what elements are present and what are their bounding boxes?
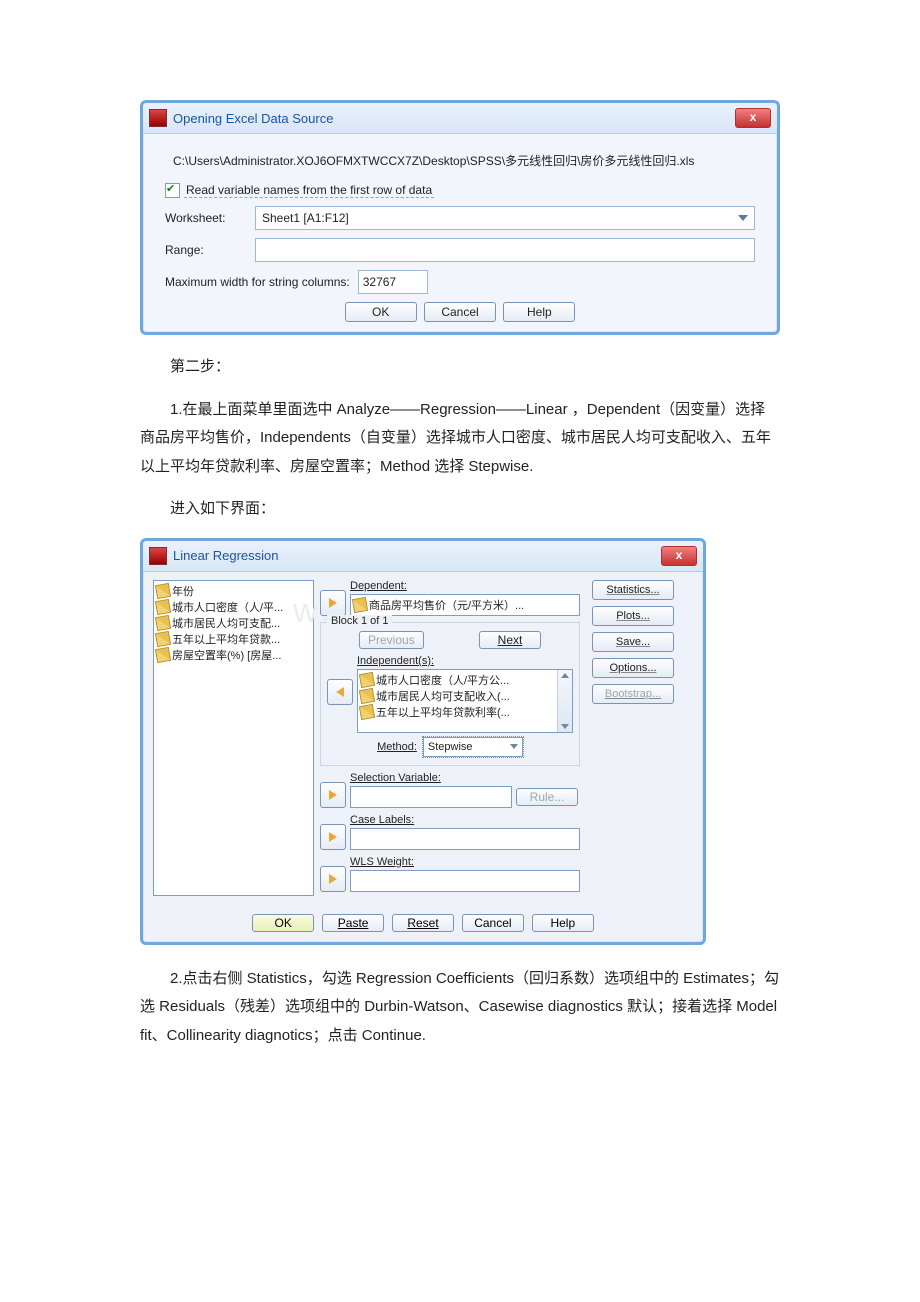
rule-button[interactable]: Rule... [516, 788, 578, 806]
spss-app-icon [149, 547, 167, 565]
case-labels-field[interactable] [350, 828, 580, 850]
worksheet-dropdown[interactable]: Sheet1 [A1:F12] [255, 206, 755, 230]
reset-button[interactable]: Reset [392, 914, 454, 932]
scale-icon [352, 596, 368, 612]
arrow-right-icon [329, 790, 337, 800]
plots-button[interactable]: Plots... [592, 606, 674, 626]
var-item: 年份 [156, 583, 311, 599]
arrow-right-icon [329, 598, 337, 608]
scale-icon [359, 703, 375, 719]
dialog1-title: Opening Excel Data Source [173, 111, 333, 126]
dependent-label: Dependent: [350, 580, 580, 592]
scrollbar[interactable] [557, 670, 572, 732]
move-to-selection-button[interactable] [320, 782, 346, 808]
range-label: Range: [165, 243, 255, 257]
dialog1-titlebar: Opening Excel Data Source x [143, 103, 777, 134]
bootstrap-button[interactable]: Bootstrap... [592, 684, 674, 704]
range-input[interactable] [255, 238, 755, 262]
var-item: 城市人口密度（人/平... [156, 599, 311, 615]
options-button[interactable]: Options... [592, 658, 674, 678]
arrow-right-icon [329, 832, 337, 842]
scale-icon [155, 598, 171, 614]
file-path: C:\Users\Administrator.XOJ6OFMXTWCCX7Z\D… [173, 152, 755, 169]
paste-button[interactable]: Paste [322, 914, 384, 932]
chevron-down-icon [738, 215, 748, 221]
paragraph-1: 1.在最上面菜单里面选中 Analyze——Regression——Linear… [140, 396, 780, 482]
move-to-caselabels-button[interactable] [320, 824, 346, 850]
wls-weight-label: WLS Weight: [350, 856, 580, 868]
opening-excel-dialog: Opening Excel Data Source x C:\Users\Adm… [140, 100, 780, 335]
cancel-button[interactable]: Cancel [462, 914, 524, 932]
read-varnames-checkbox[interactable] [165, 183, 180, 198]
scale-icon [155, 582, 171, 598]
case-labels-label: Case Labels: [350, 814, 580, 826]
ok-button[interactable]: OK [252, 914, 314, 932]
var-item: 房屋空置率(%) [房屋... [156, 647, 311, 663]
dependent-value: 商品房平均售价（元/平方米）... [369, 597, 524, 613]
arrow-right-icon [329, 874, 337, 884]
next-button[interactable]: Next [479, 631, 541, 649]
dependent-field[interactable]: 商品房平均售价（元/平方米）... [350, 594, 580, 616]
close-icon[interactable]: x [735, 108, 771, 128]
spss-app-icon [149, 109, 167, 127]
linear-regression-dialog: Linear Regression x www 年份 城市人口密度（人/平...… [140, 538, 706, 945]
move-to-dependent-button[interactable] [320, 590, 346, 616]
independents-label: Independent(s): [357, 655, 573, 667]
scroll-up-icon [561, 673, 569, 678]
worksheet-label: Worksheet: [165, 211, 255, 225]
method-value: Stepwise [428, 741, 473, 753]
maxwidth-label: Maximum width for string columns: [165, 275, 350, 289]
previous-button[interactable]: Previous [359, 631, 424, 649]
statistics-button[interactable]: Statistics... [592, 580, 674, 600]
help-button[interactable]: Help [532, 914, 594, 932]
method-label: Method: [377, 741, 417, 753]
dialog2-titlebar: Linear Regression x [143, 541, 703, 572]
wls-weight-field[interactable] [350, 870, 580, 892]
selection-variable-field[interactable] [350, 786, 512, 808]
scroll-down-icon [561, 724, 569, 729]
worksheet-value: Sheet1 [A1:F12] [262, 211, 349, 225]
scale-icon [155, 630, 171, 646]
maxwidth-input[interactable]: 32767 [358, 270, 428, 294]
dialog2-title: Linear Regression [173, 548, 279, 563]
method-dropdown[interactable]: Stepwise [423, 737, 523, 757]
cancel-button[interactable]: Cancel [424, 302, 496, 322]
scale-icon [155, 614, 171, 630]
arrow-left-icon [336, 687, 344, 697]
scale-icon [359, 671, 375, 687]
paragraph-2: 进入如下界面： [140, 495, 780, 524]
move-to-wls-button[interactable] [320, 866, 346, 892]
save-button[interactable]: Save... [592, 632, 674, 652]
chevron-down-icon [510, 744, 518, 749]
paragraph-3: 2.点击右侧 Statistics，勾选 Regression Coeffici… [140, 965, 780, 1051]
scale-icon [359, 687, 375, 703]
close-icon[interactable]: x [661, 546, 697, 566]
selection-variable-label: Selection Variable: [350, 772, 580, 784]
block-groupbox: Block 1 of 1 Previous Next Independent(s… [320, 622, 580, 766]
move-to-independents-button[interactable] [327, 679, 353, 705]
var-item: 五年以上平均年贷款... [156, 631, 311, 647]
var-item: 城市居民人均可支配... [156, 615, 311, 631]
variables-listbox[interactable]: 年份 城市人口密度（人/平... 城市居民人均可支配... 五年以上平均年贷款.… [153, 580, 314, 896]
ok-button[interactable]: OK [345, 302, 417, 322]
read-varnames-label: Read variable names from the first row o… [184, 183, 434, 198]
scale-icon [155, 646, 171, 662]
help-button[interactable]: Help [503, 302, 575, 322]
independents-listbox[interactable]: 城市人口密度（人/平方公... 城市居民人均可支配收入(... 五年以上平均年贷… [357, 669, 573, 733]
block-title: Block 1 of 1 [327, 615, 392, 627]
step-heading: 第二步： [140, 353, 780, 382]
